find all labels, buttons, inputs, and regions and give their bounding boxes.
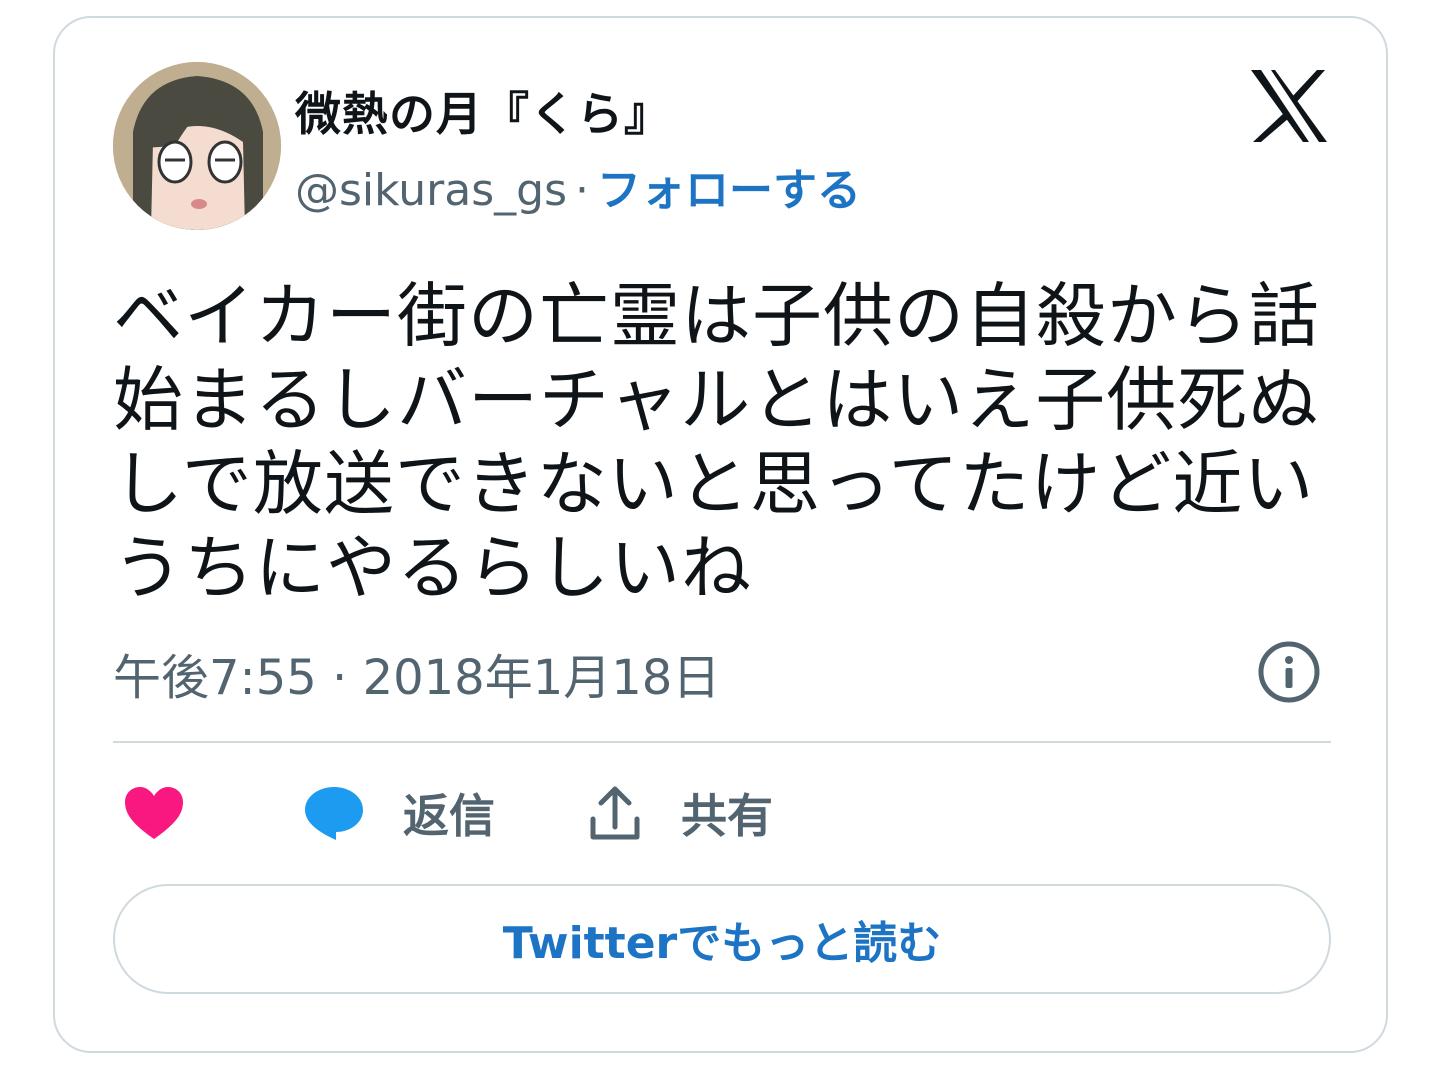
divider [113, 741, 1331, 743]
user-handle[interactable]: @sikuras_gs [295, 165, 567, 216]
action-bar: 返信 共有 [113, 778, 1331, 848]
share-button[interactable]: 共有 [587, 778, 773, 848]
avatar-image [113, 62, 281, 230]
separator-dot: · [575, 165, 589, 216]
handle-row: @sikuras_gs · フォローする [295, 154, 861, 218]
tweet-timestamp[interactable]: 午後7:55 · 2018年1月18日 [113, 638, 720, 708]
reply-button[interactable]: 返信 [303, 778, 495, 848]
like-button[interactable] [123, 778, 185, 848]
avatar[interactable] [113, 62, 281, 230]
follow-button[interactable]: フォローする [597, 165, 861, 216]
heart-icon [125, 787, 183, 839]
tweet-card: 微熱の月『くら』 @sikuras_gs · フォローする ベイカー街の亡霊は子供の… [53, 16, 1388, 1053]
read-more-button[interactable]: Twitterでもっと読む [113, 884, 1331, 994]
speech-bubble-icon [305, 787, 363, 840]
tweet-text: ベイカー街の亡霊は子供の自殺から話始まるしバーチャルとはいえ子供死ぬしで放送でき… [113, 275, 1320, 609]
share-label: 共有 [681, 789, 773, 843]
display-name[interactable]: 微熱の月『くら』 [295, 78, 671, 144]
x-logo-icon[interactable] [1249, 68, 1329, 144]
reply-label: 返信 [403, 789, 495, 843]
share-icon [590, 786, 640, 840]
info-icon[interactable] [1257, 640, 1321, 704]
